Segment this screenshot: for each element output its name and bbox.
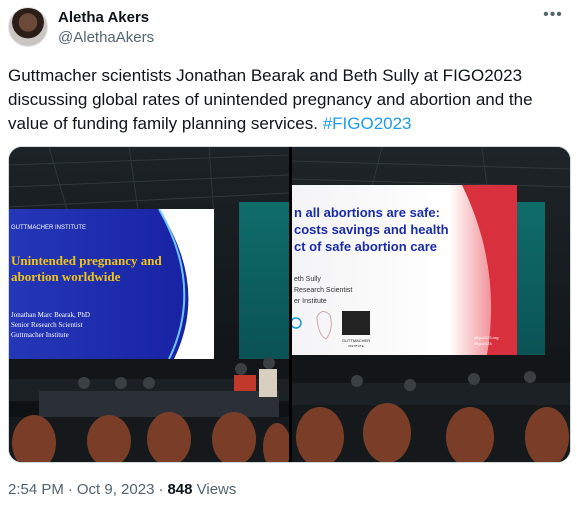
tweet-body: Guttmacher scientists Jonathan Bearak an… <box>8 66 533 133</box>
slide-role: Senior Research Scientist <box>11 321 83 329</box>
guttmacher-logo-icon <box>342 311 370 335</box>
avatar[interactable] <box>8 7 48 47</box>
logo-text: GUTTMACHER <box>342 338 370 343</box>
slide-presenter: eth Sully <box>294 276 321 283</box>
tweet-time[interactable]: 2:54 PM <box>8 481 64 498</box>
slide-role: Research Scientist <box>294 287 352 294</box>
slide-org: er Institute <box>294 298 327 305</box>
author-display-name[interactable]: Aletha Akers <box>58 9 149 26</box>
photo-right[interactable]: n all abortions are safe: costs savings … <box>292 147 570 462</box>
separator-dot: · <box>158 481 164 498</box>
tweet-text: Guttmacher scientists Jonathan Bearak an… <box>8 64 563 136</box>
author-handle[interactable]: @AlethaAkers <box>58 29 154 46</box>
slide-header: GUTTMACHER INSTITUTE <box>11 225 86 231</box>
slide-presenter: Jonathan Marc Bearak, PhD <box>11 311 90 319</box>
slide-title-line-2: costs savings and health <box>294 222 449 237</box>
slide-title-line-1: Unintended pregnancy and <box>11 253 163 268</box>
slide-title-line-3: ct of safe abortion care <box>294 239 437 254</box>
slide-hashtag-1: #figo2023.org <box>474 335 498 340</box>
conference-photo-right: n all abortions are safe: costs savings … <box>292 147 570 462</box>
photo-left[interactable]: GUTTMACHER INSTITUTE Unintended pregnanc… <box>9 147 289 462</box>
tweet-metadata: 2:54 PM · Oct 9, 2023 · 848 Views <box>8 481 236 498</box>
separator-dot: · <box>67 481 73 498</box>
conference-photo-left: GUTTMACHER INSTITUTE Unintended pregnanc… <box>9 147 289 462</box>
tweet-media: GUTTMACHER INSTITUTE Unintended pregnanc… <box>8 146 571 463</box>
views-label: Views <box>196 481 237 498</box>
slide-title-line-2: abortion worldwide <box>11 269 121 284</box>
views-count: 848 <box>167 481 193 498</box>
slide-hashtag-2: #figo2023 <box>474 341 492 346</box>
slide-org: Guttmacher Institute <box>11 331 69 339</box>
hashtag-link[interactable]: #FIGO2023 <box>323 114 412 133</box>
more-horizontal-icon[interactable]: ••• <box>541 7 565 28</box>
tweet-date[interactable]: Oct 9, 2023 <box>77 481 155 498</box>
slide-title-line-1: n all abortions are safe: <box>294 205 440 220</box>
tweet-header: Aletha Akers @AlethaAkers ••• <box>0 0 577 56</box>
logo-subtext: INSTITUTE <box>348 344 364 348</box>
